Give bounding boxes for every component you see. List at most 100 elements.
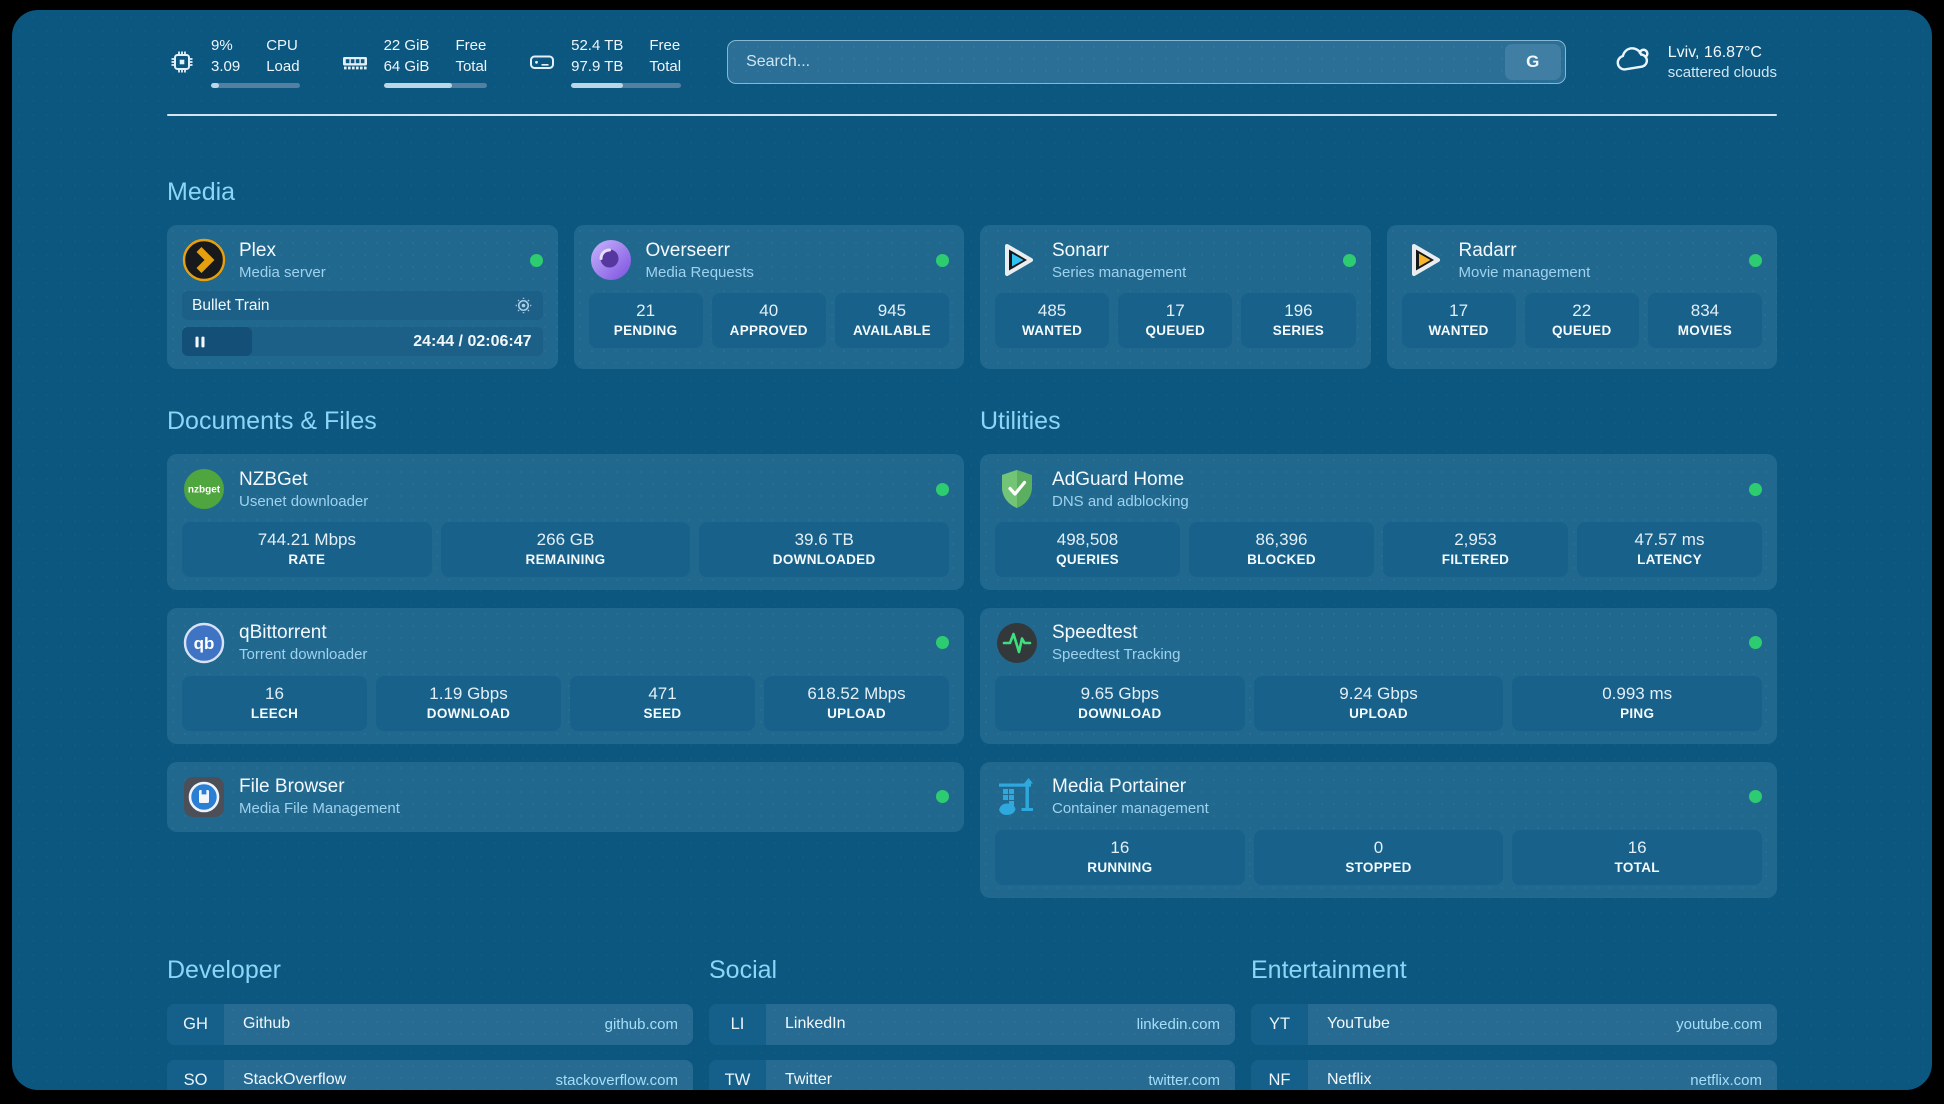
stat-box: 945AVAILABLE: [835, 293, 949, 348]
stat-box: 16LEECH: [182, 676, 367, 731]
section-title-developer: Developer: [167, 956, 693, 985]
stat-box: 16RUNNING: [995, 830, 1245, 885]
sonarr-card[interactable]: Sonarr Series management 485WANTED 17QUE…: [980, 225, 1371, 369]
stat-box: 0STOPPED: [1254, 830, 1504, 885]
app-name: qBittorrent: [239, 622, 367, 644]
app-subtitle: Series management: [1052, 264, 1186, 281]
qbittorrent-card[interactable]: qb qBittorrent Torrent downloader 16LEEC…: [167, 608, 964, 744]
filebrowser-card[interactable]: File Browser Media File Management: [167, 762, 964, 832]
pause-icon[interactable]: [191, 333, 209, 351]
stat-box: 9.65 GbpsDOWNLOAD: [995, 676, 1245, 731]
app-subtitle: Media server: [239, 264, 326, 281]
ram-total-label: Total: [455, 57, 487, 77]
ram-icon: [340, 47, 370, 77]
bookmark-abbr: LI: [709, 1004, 766, 1045]
status-dot: [1749, 636, 1762, 649]
bookmark-name: StackOverflow: [224, 1060, 346, 1090]
bookmark-url: twitter.com: [1148, 1060, 1235, 1090]
weather-location-temp: Lviv, 16.87°C: [1668, 44, 1777, 62]
adguard-card[interactable]: AdGuard Home DNS and adblocking 498,508Q…: [980, 454, 1777, 590]
svg-text:qb: qb: [194, 634, 215, 653]
status-dot: [1749, 254, 1762, 267]
stat-box: 1.19 GbpsDOWNLOAD: [376, 676, 561, 731]
stat-box: 16TOTAL: [1512, 830, 1762, 885]
status-dot: [1749, 790, 1762, 803]
playback-time: 24:44 / 02:06:47: [413, 333, 542, 351]
system-stats: 9% CPU 3.09 Load 22 GiB Free: [167, 36, 681, 88]
radarr-card[interactable]: Radarr Movie management 17WANTED 22QUEUE…: [1387, 225, 1778, 369]
ram-widget: 22 GiB Free 64 GiB Total: [340, 36, 488, 88]
bookmark-abbr: YT: [1251, 1004, 1308, 1045]
section-title-docs: Documents & Files: [167, 407, 964, 436]
section-documents-files: Documents & Files nzbget NZBGet Usenet d…: [167, 407, 964, 898]
stat-box: 834MOVIES: [1648, 293, 1762, 348]
bookmark-twitter[interactable]: TW Twitter twitter.com: [709, 1060, 1235, 1090]
section-utilities: Utilities AdGuard Home DNS and adblockin: [980, 407, 1777, 898]
plex-icon: [182, 238, 226, 282]
search-input[interactable]: [728, 53, 1505, 71]
cloud-icon: [1612, 39, 1654, 86]
cpu-icon: [167, 47, 197, 77]
dashboard-panel: 9% CPU 3.09 Load 22 GiB Free: [12, 10, 1932, 1090]
weather-condition: scattered clouds: [1668, 64, 1777, 81]
stat-box: 47.57 msLATENCY: [1577, 522, 1762, 577]
playback-progress-bar[interactable]: 24:44 / 02:06:47: [182, 327, 543, 356]
app-name: Media Portainer: [1052, 776, 1209, 798]
app-name: Radarr: [1459, 240, 1591, 262]
stat-box: 744.21 MbpsRATE: [182, 522, 432, 577]
bookmark-abbr: NF: [1251, 1060, 1308, 1090]
stat-box: 22QUEUED: [1525, 293, 1639, 348]
speedtest-icon: [995, 621, 1039, 665]
status-dot: [530, 254, 543, 267]
stat-box: 40APPROVED: [712, 293, 826, 348]
status-dot: [1749, 483, 1762, 496]
portainer-card[interactable]: Media Portainer Container management 16R…: [980, 762, 1777, 898]
now-playing-title: Bullet Train: [192, 297, 270, 315]
bookmark-linkedin[interactable]: LI LinkedIn linkedin.com: [709, 1004, 1235, 1045]
section-title-social: Social: [709, 956, 1235, 985]
bookmark-name: Twitter: [766, 1060, 832, 1090]
bookmark-github[interactable]: GH Github github.com: [167, 1004, 693, 1045]
bookmark-url: netflix.com: [1690, 1060, 1777, 1090]
bookmark-name: LinkedIn: [766, 1004, 846, 1045]
stat-box: 196SERIES: [1241, 293, 1355, 348]
filebrowser-icon: [182, 775, 226, 819]
overseerr-icon: [589, 238, 633, 282]
stat-box: 485WANTED: [995, 293, 1109, 348]
ram-free: 22 GiB: [384, 36, 430, 56]
status-dot: [936, 254, 949, 267]
app-name: Sonarr: [1052, 240, 1186, 262]
app-subtitle: Media Requests: [646, 264, 754, 281]
sonarr-icon: [995, 238, 1039, 282]
bookmark-youtube[interactable]: YT YouTube youtube.com: [1251, 1004, 1777, 1045]
header-divider: [167, 114, 1777, 116]
stat-box: 86,396BLOCKED: [1189, 522, 1374, 577]
status-dot: [1343, 254, 1356, 267]
bookmark-stackoverflow[interactable]: SO StackOverflow stackoverflow.com: [167, 1060, 693, 1090]
overseerr-card[interactable]: Overseerr Media Requests 21PENDING 40APP…: [574, 225, 965, 369]
svg-text:nzbget: nzbget: [188, 485, 221, 496]
disk-free-label: Free: [649, 36, 681, 56]
cpu-usage: 9%: [211, 36, 240, 56]
bookmark-netflix[interactable]: NF Netflix netflix.com: [1251, 1060, 1777, 1090]
bookmark-name: YouTube: [1308, 1004, 1390, 1045]
app-name: NZBGet: [239, 469, 368, 491]
radarr-icon: [1402, 238, 1446, 282]
status-dot: [936, 636, 949, 649]
app-subtitle: Speedtest Tracking: [1052, 646, 1180, 663]
nzbget-card[interactable]: nzbget NZBGet Usenet downloader 744.21 M…: [167, 454, 964, 590]
qbittorrent-icon: qb: [182, 621, 226, 665]
speedtest-card[interactable]: Speedtest Speedtest Tracking 9.65 GbpsDO…: [980, 608, 1777, 744]
bookmark-abbr: TW: [709, 1060, 766, 1090]
plex-card[interactable]: Plex Media server Bullet Train: [167, 225, 558, 369]
app-subtitle: Torrent downloader: [239, 646, 367, 663]
bookmark-name: Netflix: [1308, 1060, 1371, 1090]
app-subtitle: Container management: [1052, 800, 1209, 817]
status-dot: [936, 790, 949, 803]
stat-box: 9.24 GbpsUPLOAD: [1254, 676, 1504, 731]
stat-box: 17QUEUED: [1118, 293, 1232, 348]
cpu-load: 3.09: [211, 57, 240, 77]
gear-icon[interactable]: [514, 296, 533, 315]
bookmark-abbr: GH: [167, 1004, 224, 1045]
search-engine-button[interactable]: G: [1505, 44, 1561, 80]
